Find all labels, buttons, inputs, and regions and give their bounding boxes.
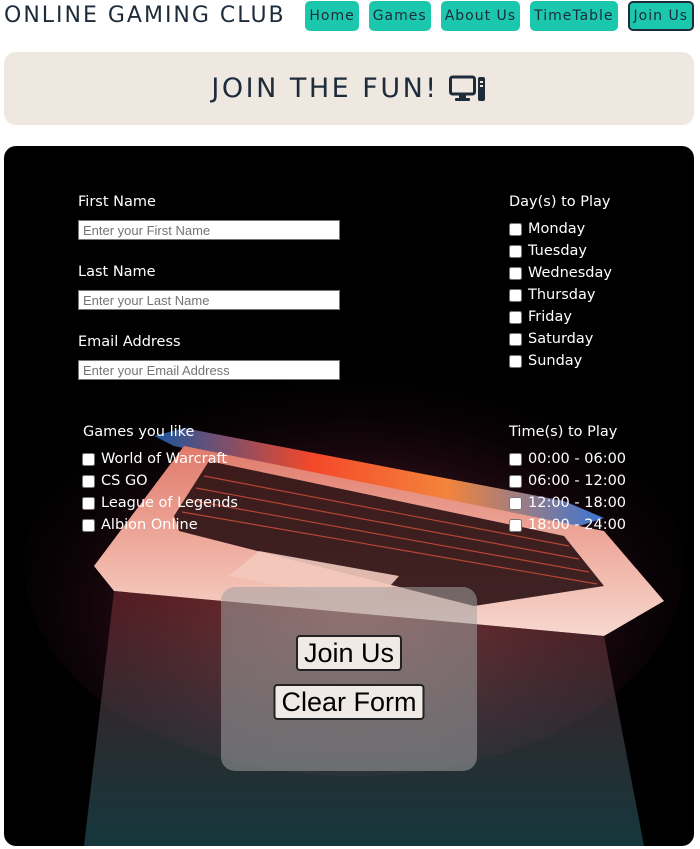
game-option-label: World of Warcraft — [101, 451, 228, 467]
nav-join-us[interactable]: Join Us — [627, 1, 694, 31]
games-label: Games you like — [83, 424, 195, 440]
day-option[interactable]: Monday — [509, 221, 585, 237]
time-option-label: 06:00 - 12:00 — [528, 473, 627, 489]
day-option-label: Wednesday — [528, 265, 612, 281]
game-option[interactable]: League of Legends — [82, 495, 238, 511]
day-checkbox[interactable] — [509, 222, 522, 236]
main-nav: Home Games About Us TimeTable Join Us — [305, 1, 694, 31]
day-option-label: Sunday — [528, 353, 583, 369]
site-header: ONLINE GAMING CLUB Home Games About Us T… — [0, 0, 700, 40]
time-option[interactable]: 00:00 - 06:00 — [509, 451, 626, 467]
last-name-label: Last Name — [78, 264, 156, 280]
time-option[interactable]: 12:00 - 18:00 — [509, 495, 626, 511]
game-checkbox[interactable] — [82, 452, 95, 466]
hero-title-wrap: JOIN THE FUN! — [211, 73, 486, 104]
time-option-label: 12:00 - 18:00 — [528, 495, 627, 511]
nav-timetable[interactable]: TimeTable — [530, 1, 618, 31]
nav-games[interactable]: Games — [368, 1, 431, 31]
game-option-label: Albion Online — [101, 517, 198, 533]
day-checkbox[interactable] — [509, 310, 522, 324]
join-form-panel: First Name Last Name Email Address Day(s… — [4, 146, 694, 846]
time-option-label: 00:00 - 06:00 — [528, 451, 627, 467]
day-option[interactable]: Tuesday — [509, 243, 587, 259]
time-checkbox[interactable] — [509, 518, 522, 532]
game-checkbox[interactable] — [82, 518, 95, 532]
time-checkbox[interactable] — [509, 474, 522, 488]
day-checkbox[interactable] — [509, 332, 522, 346]
game-checkbox[interactable] — [82, 496, 95, 510]
game-option[interactable]: CS GO — [82, 473, 148, 489]
email-input[interactable] — [78, 360, 340, 380]
time-checkbox[interactable] — [509, 496, 522, 510]
day-option[interactable]: Sunday — [509, 353, 582, 369]
day-checkbox[interactable] — [509, 288, 522, 302]
time-option[interactable]: 06:00 - 12:00 — [509, 473, 626, 489]
game-option-label: CS GO — [101, 473, 148, 489]
day-option-label: Friday — [528, 309, 572, 325]
day-option-label: Thursday — [528, 287, 596, 303]
day-checkbox[interactable] — [509, 244, 522, 258]
day-option[interactable]: Saturday — [509, 331, 593, 347]
nav-about-us[interactable]: About Us — [440, 1, 521, 31]
day-option-label: Saturday — [528, 331, 594, 347]
day-option[interactable]: Friday — [509, 309, 572, 325]
desktop-computer-icon — [448, 75, 487, 103]
time-option-label: 18:00 - 24:00 — [528, 517, 627, 533]
time-checkbox[interactable] — [509, 452, 522, 466]
day-option[interactable]: Thursday — [509, 287, 595, 303]
hero-banner: JOIN THE FUN! — [4, 52, 694, 125]
last-name-input[interactable] — [78, 290, 340, 310]
clear-form-button[interactable]: Clear Form — [273, 684, 425, 720]
day-option-label: Tuesday — [528, 243, 587, 259]
game-option-label: League of Legends — [101, 495, 238, 511]
game-checkbox[interactable] — [82, 474, 95, 488]
form-actions: Join Us Clear Form — [221, 587, 477, 771]
day-checkbox[interactable] — [509, 266, 522, 280]
nav-home[interactable]: Home — [305, 1, 359, 31]
day-checkbox[interactable] — [509, 354, 522, 368]
site-brand: ONLINE GAMING CLUB — [4, 3, 286, 28]
days-label: Day(s) to Play — [509, 194, 611, 210]
hero-title: JOIN THE FUN! — [211, 73, 439, 104]
game-option[interactable]: World of Warcraft — [82, 451, 227, 467]
day-option-label: Monday — [528, 221, 586, 237]
day-option[interactable]: Wednesday — [509, 265, 612, 281]
game-option[interactable]: Albion Online — [82, 517, 198, 533]
join-us-button[interactable]: Join Us — [295, 635, 403, 671]
times-label: Time(s) to Play — [509, 424, 618, 440]
first-name-label: First Name — [78, 194, 156, 210]
time-option[interactable]: 18:00 - 24:00 — [509, 517, 626, 533]
email-label: Email Address — [78, 334, 181, 350]
first-name-input[interactable] — [78, 220, 340, 240]
